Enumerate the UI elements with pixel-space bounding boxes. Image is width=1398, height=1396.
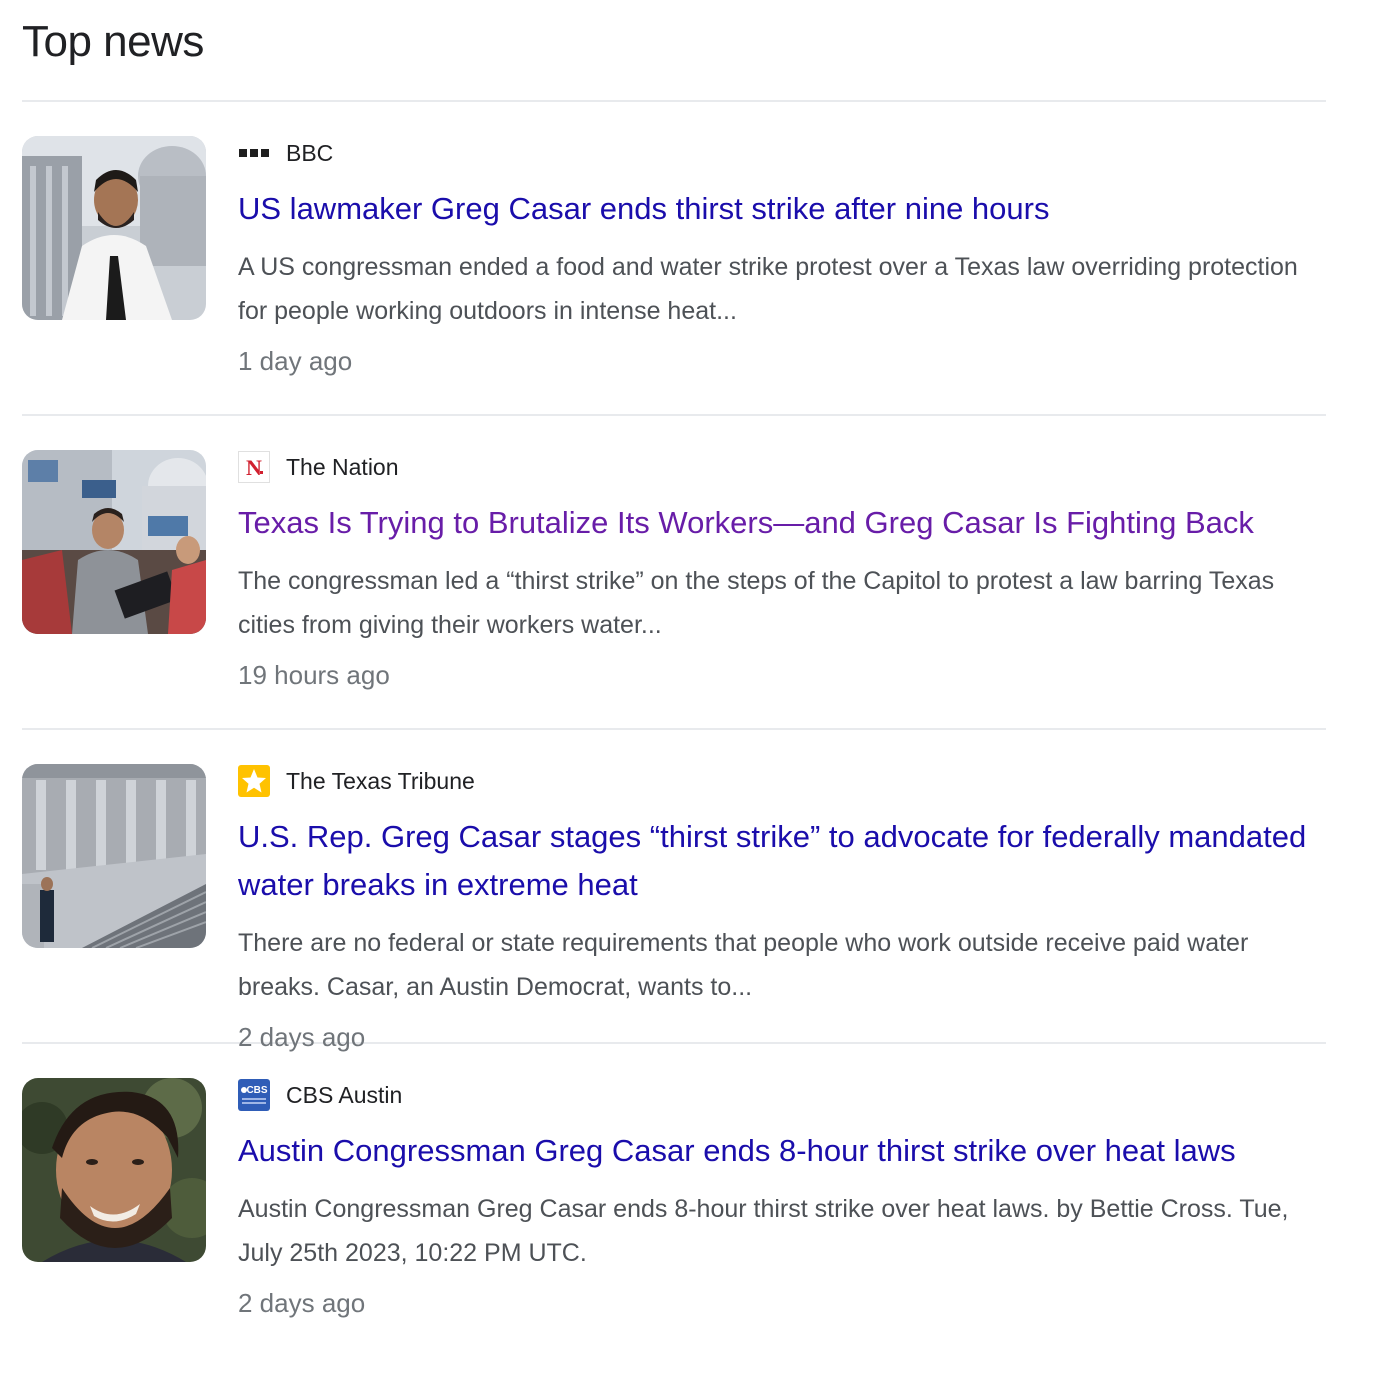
story-headline-link[interactable]: U.S. Rep. Greg Casar stages “thirst stri…	[238, 813, 1326, 909]
thumbnail-image-rally	[22, 450, 206, 634]
bbc-logo-icon	[238, 137, 270, 169]
texas-tribune-star-icon	[238, 765, 270, 797]
source-name: The Nation	[286, 453, 399, 480]
news-story[interactable]: N The Nation Texas Is Trying to Brutaliz…	[22, 416, 1326, 730]
story-thumbnail[interactable]	[22, 450, 206, 634]
source-name: BBC	[286, 139, 334, 166]
story-timestamp: 2 days ago	[238, 1288, 366, 1318]
story-snippet: The congressman led a “thirst strike” on…	[238, 567, 1275, 639]
story-thumbnail[interactable]	[22, 136, 206, 320]
story-snippet: There are no federal or state requiremen…	[238, 929, 1249, 1001]
svg-text:CBS: CBS	[246, 1085, 267, 1096]
story-snippet: A US congressman ended a food and water …	[238, 253, 1298, 325]
thumbnail-image-capitol-portrait	[22, 136, 206, 320]
the-nation-logo-icon: N	[238, 451, 270, 483]
news-story[interactable]: The Texas Tribune U.S. Rep. Greg Casar s…	[22, 730, 1326, 1052]
source-name: The Texas Tribune	[286, 767, 475, 794]
news-story[interactable]: BBC US lawmaker Greg Casar ends thirst s…	[22, 102, 1326, 416]
story-thumbnail[interactable]	[22, 1078, 206, 1262]
cbs-austin-logo-icon: CBS	[238, 1079, 270, 1111]
thumbnail-image-portrait	[22, 1078, 206, 1262]
story-headline-link[interactable]: Texas Is Trying to Brutalize Its Workers…	[238, 499, 1326, 547]
section-title: Top news	[22, 0, 1326, 102]
story-timestamp: 19 hours ago	[238, 660, 390, 690]
story-headline-link[interactable]: Austin Congressman Greg Casar ends 8-hou…	[238, 1127, 1326, 1175]
top-news-section: Top news BBC US lawmaker Greg Casar ends…	[22, 0, 1326, 1358]
news-story[interactable]: CBS CBS Austin Austin Congressman Greg C…	[22, 1044, 1326, 1358]
story-headline-link[interactable]: US lawmaker Greg Casar ends thirst strik…	[238, 185, 1326, 233]
source-name: CBS Austin	[286, 1081, 403, 1108]
thumbnail-image-capitol-steps	[22, 764, 206, 948]
story-thumbnail[interactable]	[22, 764, 206, 948]
svg-text:N: N	[246, 455, 262, 480]
story-snippet: Austin Congressman Greg Casar ends 8-hou…	[238, 1195, 1289, 1267]
story-timestamp: 1 day ago	[238, 346, 353, 376]
